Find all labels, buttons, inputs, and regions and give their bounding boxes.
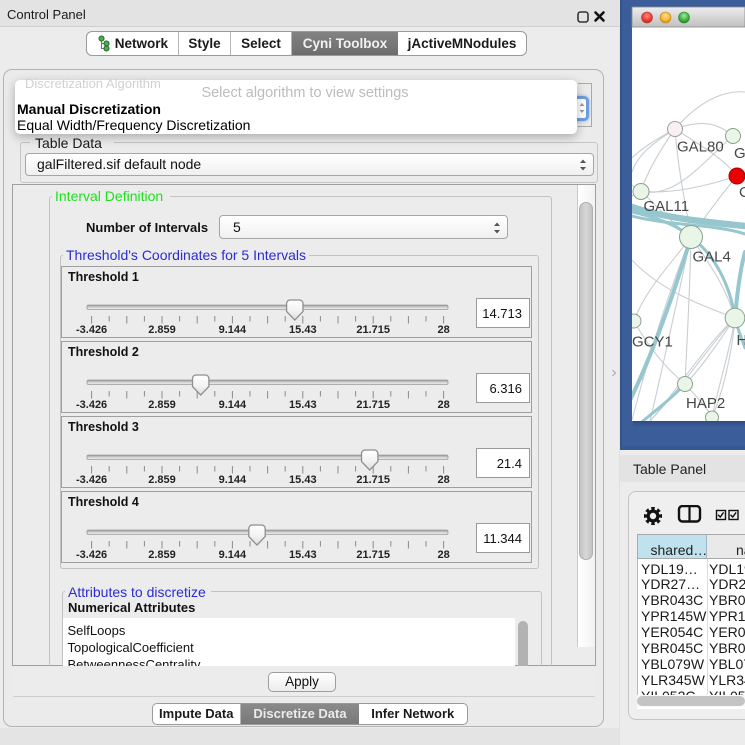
svg-text:21.715: 21.715 xyxy=(356,324,390,336)
svg-text:9.144: 9.144 xyxy=(219,324,247,336)
svg-text:-3.426: -3.426 xyxy=(76,324,107,336)
svg-text:-3.426: -3.426 xyxy=(76,474,107,486)
svg-text:9.144: 9.144 xyxy=(219,474,247,486)
svg-text:2.859: 2.859 xyxy=(148,474,176,486)
svg-text:C: C xyxy=(739,184,745,201)
svg-text:GAL11: GAL11 xyxy=(644,198,690,215)
svg-text:9.144: 9.144 xyxy=(219,549,247,561)
svg-text:GCY1: GCY1 xyxy=(632,334,673,351)
svg-text:21.715: 21.715 xyxy=(356,399,390,411)
svg-text:15.43: 15.43 xyxy=(289,324,317,336)
svg-text:28: 28 xyxy=(437,549,449,561)
svg-text:GA: GA xyxy=(734,145,745,162)
svg-text:28: 28 xyxy=(437,399,449,411)
svg-text:H: H xyxy=(737,332,745,349)
svg-text:28: 28 xyxy=(437,324,449,336)
svg-text:15.43: 15.43 xyxy=(289,549,317,561)
svg-text:21.715: 21.715 xyxy=(356,474,390,486)
svg-text:2.859: 2.859 xyxy=(148,399,176,411)
svg-text:9.144: 9.144 xyxy=(219,399,247,411)
svg-text:2.859: 2.859 xyxy=(148,324,176,336)
svg-text:GAL4: GAL4 xyxy=(693,249,731,266)
svg-text:-3.426: -3.426 xyxy=(76,399,107,411)
svg-text:28: 28 xyxy=(437,474,449,486)
svg-text:2.859: 2.859 xyxy=(148,549,176,561)
svg-text:GAL80: GAL80 xyxy=(677,139,724,156)
svg-text:21.715: 21.715 xyxy=(356,549,390,561)
svg-text:HAP2: HAP2 xyxy=(686,395,725,412)
svg-text:15.43: 15.43 xyxy=(289,474,317,486)
svg-text:-3.426: -3.426 xyxy=(76,549,107,561)
svg-text:15.43: 15.43 xyxy=(289,399,317,411)
